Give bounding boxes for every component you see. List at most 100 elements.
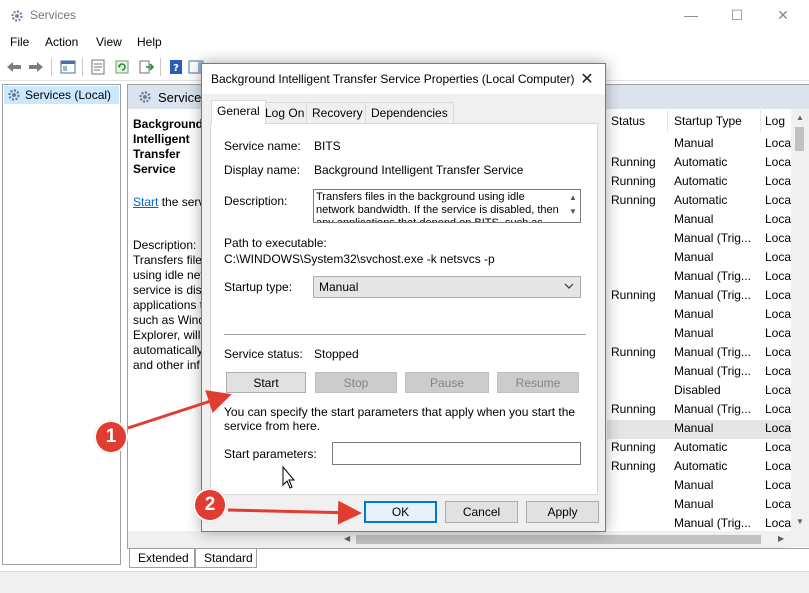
tab-log-on[interactable]: Log On	[259, 102, 311, 123]
table-cell-status[interactable]: Running	[611, 288, 667, 302]
table-cell-status[interactable]: Running	[611, 459, 667, 473]
table-cell-logon[interactable]: Loca	[765, 326, 791, 340]
table-cell-startup[interactable]: Manual (Trig...	[674, 364, 760, 378]
tab-standard[interactable]: Standard	[195, 549, 257, 568]
start-params-input[interactable]	[332, 442, 581, 465]
back-button[interactable]	[4, 57, 24, 77]
table-cell-startup[interactable]: Automatic	[674, 193, 760, 207]
menu-action[interactable]: Action	[45, 35, 78, 49]
tab-dependencies[interactable]: Dependencies	[365, 102, 454, 123]
description-textbox[interactable]: Transfers files in the background using …	[313, 189, 581, 223]
table-cell-startup[interactable]: Manual (Trig...	[674, 288, 760, 302]
pause-service-button[interactable]: Pause	[405, 372, 489, 393]
table-cell-logon[interactable]: Loca	[765, 364, 791, 378]
scroll-right-icon[interactable]: ▶	[778, 534, 784, 543]
table-cell-logon[interactable]: Loca	[765, 440, 791, 454]
table-cell-logon[interactable]: Loca	[765, 421, 791, 435]
cancel-button[interactable]: Cancel	[445, 501, 518, 523]
table-cell-logon[interactable]: Loca	[765, 478, 791, 492]
table-cell-status[interactable]: Running	[611, 440, 667, 454]
apply-button[interactable]: Apply	[526, 501, 599, 523]
table-cell-status[interactable]: Running	[611, 345, 667, 359]
table-cell-logon[interactable]: Loca	[765, 288, 791, 302]
table-cell-startup[interactable]: Manual	[674, 307, 760, 321]
table-cell-startup[interactable]: Manual	[674, 478, 760, 492]
table-cell-logon[interactable]: Loca	[765, 345, 791, 359]
close-button[interactable]: ✕	[760, 0, 806, 30]
table-cell-startup[interactable]: Manual	[674, 250, 760, 264]
table-cell-startup[interactable]: Manual (Trig...	[674, 516, 760, 530]
table-cell-logon[interactable]: Loca	[765, 136, 791, 150]
table-cell-status[interactable]: Running	[611, 174, 667, 188]
column-separator[interactable]	[667, 110, 668, 132]
forward-button[interactable]	[26, 57, 46, 77]
resume-service-button[interactable]: Resume	[497, 372, 579, 393]
tab-extended[interactable]: Extended	[129, 549, 195, 568]
refresh-button[interactable]	[112, 57, 132, 77]
table-cell-status[interactable]: Running	[611, 193, 667, 207]
table-cell-logon[interactable]: Loca	[765, 231, 791, 245]
table-cell-logon[interactable]: Loca	[765, 269, 791, 283]
dialog-close-button[interactable]: ✕	[577, 69, 597, 89]
tab-recovery[interactable]: Recovery	[306, 102, 369, 123]
table-cell-startup[interactable]: Automatic	[674, 440, 760, 454]
maximize-button[interactable]: ☐	[714, 0, 760, 30]
show-console-tree-button[interactable]	[58, 57, 78, 77]
table-cell-startup[interactable]: Manual	[674, 326, 760, 340]
table-cell-startup[interactable]: Automatic	[674, 155, 760, 169]
tab-general[interactable]: General	[211, 100, 266, 124]
column-separator[interactable]	[760, 110, 761, 132]
scroll-left-icon[interactable]: ◀	[344, 534, 350, 543]
table-cell-logon[interactable]: Loca	[765, 212, 791, 226]
table-cell-logon[interactable]: Loca	[765, 155, 791, 169]
chevron-down-icon[interactable]: ▼	[567, 205, 579, 219]
table-cell-startup[interactable]: Manual	[674, 421, 760, 435]
table-cell-status[interactable]: Running	[611, 402, 667, 416]
table-cell-logon[interactable]: Loca	[765, 307, 791, 321]
horizontal-scroll-thumb[interactable]	[356, 535, 761, 544]
table-cell-logon[interactable]: Loca	[765, 459, 791, 473]
table-cell-startup[interactable]: Manual	[674, 136, 760, 150]
table-cell-logon[interactable]: Loca	[765, 402, 791, 416]
export-list-button[interactable]	[136, 57, 156, 77]
table-cell-logon[interactable]: Loca	[765, 497, 791, 511]
menu-help[interactable]: Help	[137, 35, 162, 49]
help-toolbar-button[interactable]: ?	[166, 57, 186, 77]
scroll-down-icon[interactable]: ▼	[796, 517, 804, 526]
minimize-button[interactable]: —	[668, 0, 714, 30]
table-cell-startup[interactable]: Manual (Trig...	[674, 269, 760, 283]
table-cell-status[interactable]: Running	[611, 155, 667, 169]
vertical-scrollbar[interactable]: ▲ ▼	[791, 109, 809, 547]
table-cell-startup[interactable]: Manual	[674, 212, 760, 226]
column-header-status[interactable]: Status	[611, 114, 645, 128]
vertical-scroll-thumb[interactable]	[795, 127, 804, 151]
table-cell-startup[interactable]: Manual (Trig...	[674, 402, 760, 416]
table-cell-logon[interactable]: Loca	[765, 250, 791, 264]
stop-service-button[interactable]: Stop	[315, 372, 397, 393]
horizontal-scrollbar[interactable]: ◀ ▶	[128, 531, 791, 548]
table-cell-startup[interactable]: Automatic	[674, 174, 760, 188]
table-cell-logon[interactable]: Loca	[765, 383, 791, 397]
table-cell-logon[interactable]: Loca	[765, 174, 791, 188]
table-cell-logon[interactable]: Loca	[765, 516, 791, 530]
description-scroll[interactable]: ▲ ▼	[567, 191, 579, 221]
menu-view[interactable]: View	[96, 35, 122, 49]
scroll-up-icon[interactable]: ▲	[796, 113, 804, 122]
chevron-up-icon[interactable]: ▲	[567, 191, 579, 205]
properties-toolbar-button[interactable]	[88, 57, 108, 77]
table-cell-startup[interactable]: Manual	[674, 497, 760, 511]
ok-button[interactable]: OK	[364, 501, 437, 523]
start-service-button[interactable]: Start	[226, 372, 306, 393]
startup-type-select[interactable]: Manual	[313, 276, 581, 298]
table-cell-startup[interactable]: Automatic	[674, 459, 760, 473]
description-text: Transfers files in the background using …	[316, 191, 559, 223]
tree-item-services-local[interactable]: Services (Local)	[4, 86, 119, 104]
table-cell-startup[interactable]: Disabled	[674, 383, 760, 397]
menu-file[interactable]: File	[10, 35, 29, 49]
column-header-startup-type[interactable]: Startup Type	[674, 114, 742, 128]
start-service-link[interactable]: Start	[133, 195, 158, 209]
table-cell-startup[interactable]: Manual (Trig...	[674, 345, 760, 359]
table-cell-logon[interactable]: Loca	[765, 193, 791, 207]
table-cell-startup[interactable]: Manual (Trig...	[674, 231, 760, 245]
column-header-log-on-as[interactable]: Log	[765, 114, 785, 128]
